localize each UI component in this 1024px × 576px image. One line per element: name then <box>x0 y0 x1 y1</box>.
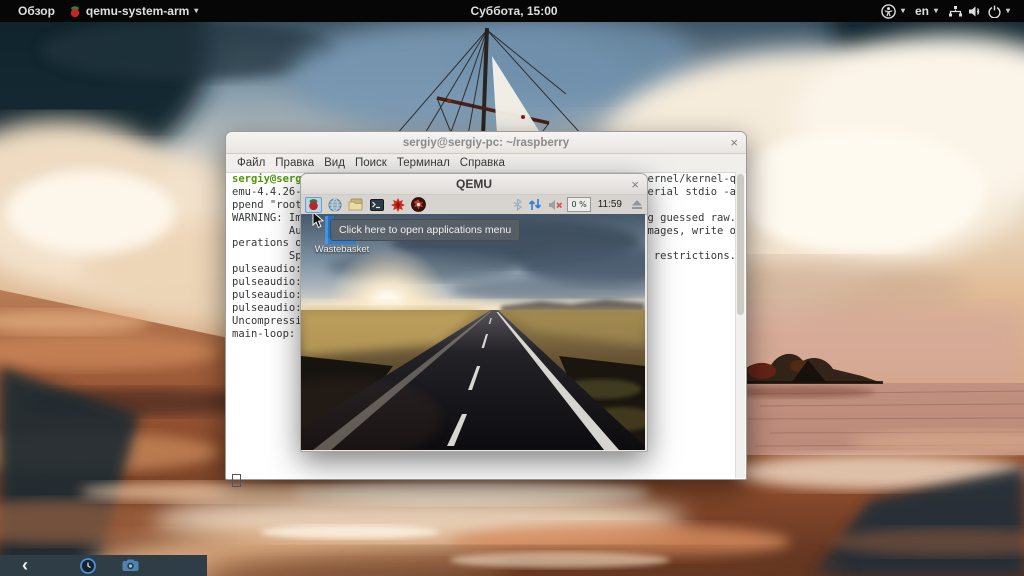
terminal-window-title: sergiy@sergiy-pc: ~/raspberry <box>403 137 569 149</box>
terminal-menu-item[interactable]: Терминал <box>392 157 455 169</box>
raspberry-app-icon <box>69 5 81 18</box>
camera-icon[interactable] <box>122 559 139 572</box>
terminal-menubar: ФайлПравкаВидПоискТерминалСправка <box>226 154 746 173</box>
mouse-cursor <box>312 214 324 229</box>
bluetooth-icon[interactable] <box>513 198 522 211</box>
system-status-menu[interactable]: ▾ <box>948 5 1010 18</box>
language-label: en <box>915 4 929 18</box>
terminal-menu-item[interactable]: Файл <box>232 157 270 169</box>
power-icon <box>988 5 1001 18</box>
raspbian-panel: 0 % 11:59 <box>301 195 647 215</box>
volume-icon <box>968 5 983 18</box>
keyboard-layout-menu[interactable]: en ▾ <box>915 4 938 18</box>
panel-clock[interactable]: 11:59 <box>598 199 622 210</box>
clock-circle-icon[interactable] <box>80 558 96 574</box>
terminal-titlebar[interactable]: sergiy@sergiy-pc: ~/raspberry × <box>226 132 746 154</box>
cpu-monitor[interactable]: 0 % <box>567 197 590 212</box>
terminal-menu-item[interactable]: Вид <box>319 157 350 169</box>
terminal-cursor <box>232 474 241 487</box>
qemu-window: QEMU × <box>300 173 648 452</box>
chevron-down-icon: ▾ <box>1006 7 1010 15</box>
back-chevron-icon[interactable]: ‹ <box>22 556 28 574</box>
web-browser-button[interactable] <box>326 197 343 213</box>
qemu-titlebar[interactable]: QEMU × <box>301 174 647 195</box>
activities-label: Обзор <box>18 4 55 18</box>
app-menu-label: qemu-system-arm <box>86 4 189 18</box>
wastebasket-label: Wastebasket <box>303 244 381 255</box>
terminal-menu-item[interactable]: Справка <box>455 157 510 169</box>
raspberry-menu-icon <box>307 198 320 211</box>
terminal-launcher-button[interactable] <box>368 197 385 213</box>
qemu-window-title: QEMU <box>456 177 492 191</box>
terminal-icon <box>370 199 384 211</box>
terminal-scrollbar[interactable] <box>735 172 745 478</box>
scrollbar-thumb[interactable] <box>737 174 744 315</box>
folder-icon <box>348 198 363 211</box>
accessibility-icon <box>881 4 896 19</box>
activities-button[interactable]: Обзор <box>18 4 55 18</box>
mathematica-button[interactable] <box>389 197 406 213</box>
terminal-menu-item[interactable]: Поиск <box>350 157 392 169</box>
globe-icon <box>328 198 342 212</box>
close-button[interactable]: × <box>730 132 738 153</box>
network-traffic-icon[interactable] <box>528 198 542 211</box>
file-manager-button[interactable] <box>347 197 364 213</box>
chevron-down-icon: ▾ <box>901 7 905 15</box>
menu-tooltip: Click here to open applications menu <box>330 219 520 241</box>
close-button[interactable]: × <box>631 174 639 194</box>
applications-menu-button[interactable] <box>305 197 322 213</box>
gnome-top-bar: Обзор qemu-system-arm ▾ Суббота, 15:00 <box>0 0 1024 22</box>
chevron-down-icon: ▾ <box>194 7 198 15</box>
guest-desktop[interactable]: Wastebasket Click here to open applicati… <box>301 214 645 450</box>
network-icon <box>948 5 963 18</box>
clock-menu[interactable]: Суббота, 15:00 <box>470 4 557 18</box>
volume-muted-icon[interactable] <box>548 199 563 211</box>
wolfram-icon <box>411 197 426 212</box>
mathematica-icon <box>391 198 405 212</box>
player-overlay-controls: ‹ <box>0 555 207 576</box>
accessibility-menu[interactable]: ▾ <box>881 4 905 19</box>
terminal-menu-item[interactable]: Правка <box>270 157 319 169</box>
clock-label: Суббота, 15:00 <box>470 4 557 18</box>
wolfram-button[interactable] <box>410 197 427 213</box>
eject-icon[interactable] <box>631 199 643 210</box>
desktop: Обзор qemu-system-arm ▾ Суббота, 15:00 <box>0 0 1024 576</box>
app-menu-button[interactable]: qemu-system-arm ▾ <box>69 4 198 18</box>
chevron-down-icon: ▾ <box>934 7 938 15</box>
